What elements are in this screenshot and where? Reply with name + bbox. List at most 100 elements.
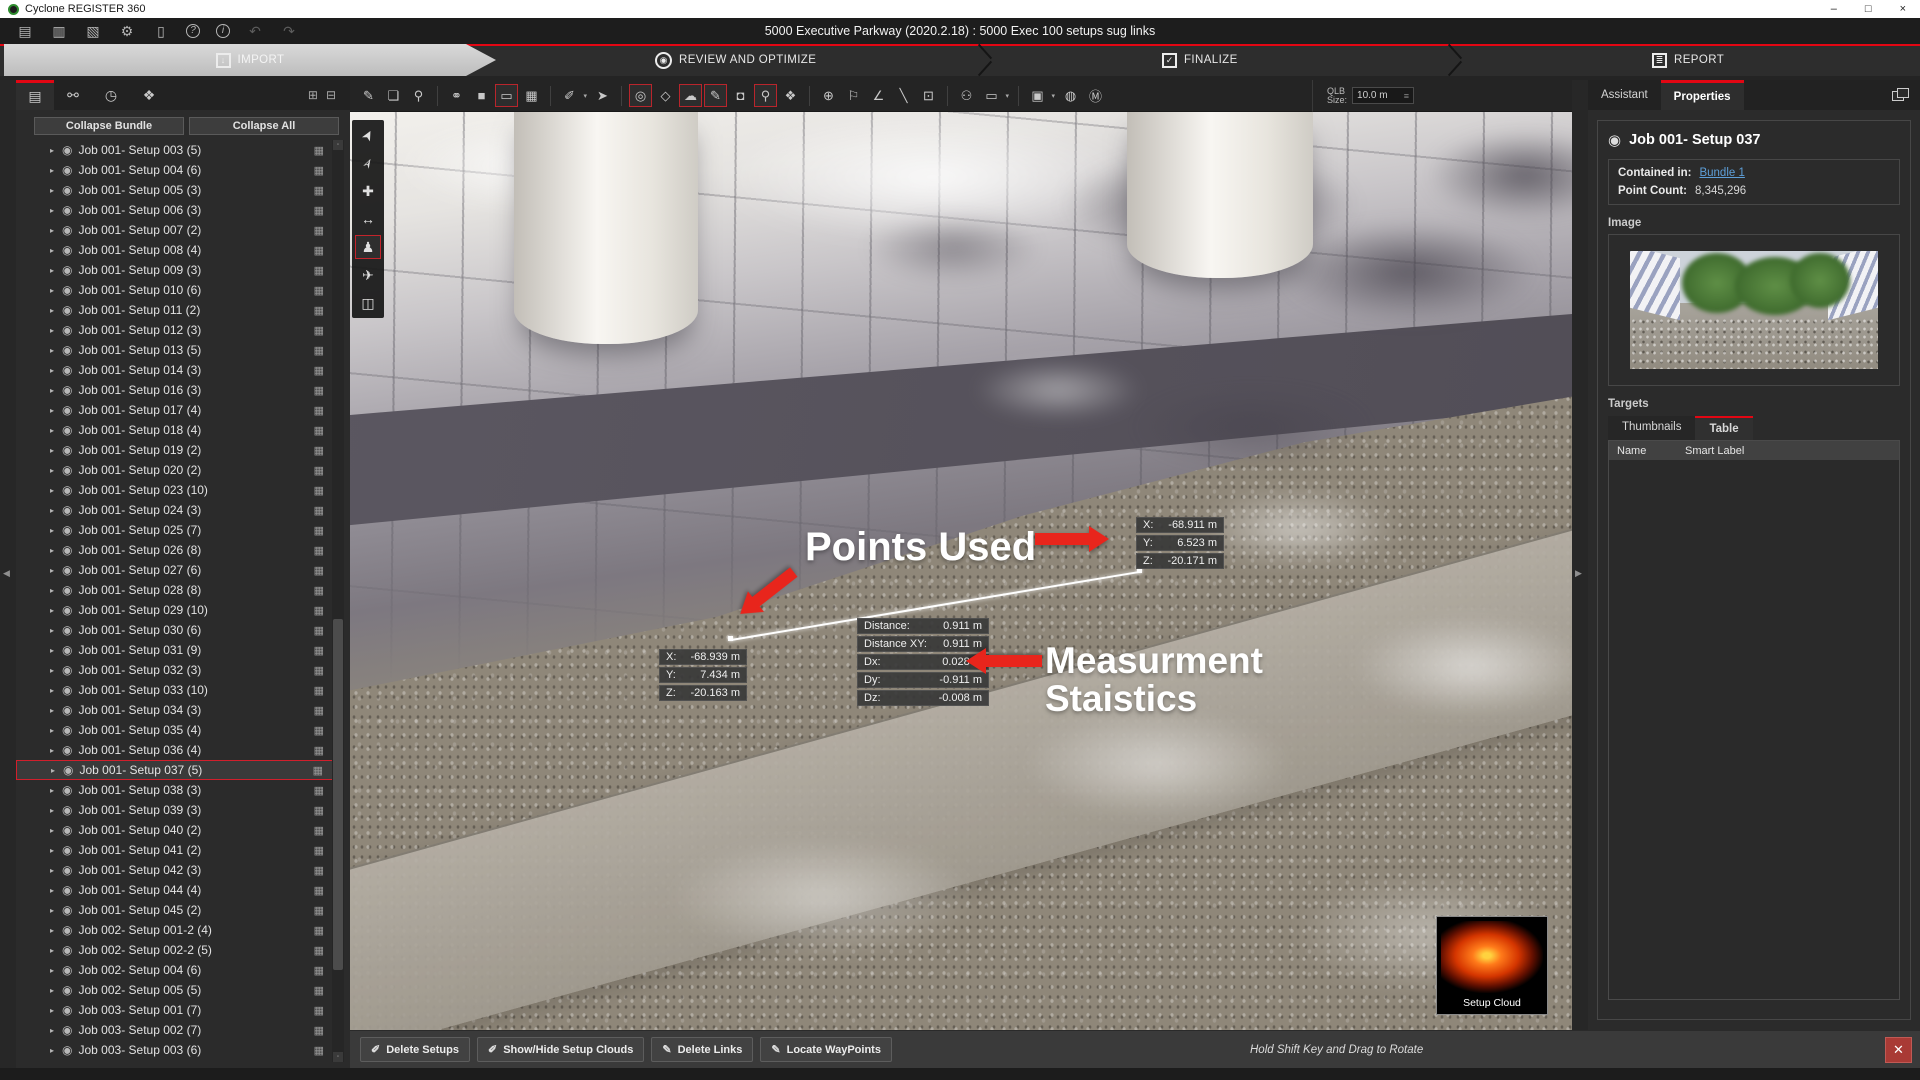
- scroll-down-button[interactable]: ▫: [333, 1052, 343, 1062]
- setup-tree-item[interactable]: ▸ ◉ Job 001- Setup 004 (6) ▦: [16, 160, 334, 180]
- expand-arrow-icon[interactable]: ▸: [50, 1046, 62, 1055]
- expand-arrow-icon[interactable]: ▸: [50, 786, 62, 795]
- setup-tree-item[interactable]: ▸ ◉ Job 003- Setup 003 (6) ▦: [16, 1040, 334, 1060]
- setup-tree-item[interactable]: ▸ ◉ Job 001- Setup 045 (2) ▦: [16, 900, 334, 920]
- sidebar-tab[interactable]: ⚯: [54, 80, 92, 110]
- setup-image-icon[interactable]: ▦: [314, 424, 324, 437]
- setup-image-icon[interactable]: ▦: [314, 1044, 324, 1057]
- setup-image-icon[interactable]: ▦: [314, 724, 324, 737]
- menu-icon[interactable]: ⚙: [118, 24, 136, 38]
- expand-arrow-icon[interactable]: ▸: [50, 226, 62, 235]
- view-tool-icon[interactable]: ➢: [355, 151, 381, 175]
- expand-arrow-icon[interactable]: ▸: [50, 546, 62, 555]
- setup-image-icon[interactable]: ▦: [314, 624, 324, 637]
- measurement-endpoint[interactable]: [728, 636, 733, 641]
- setup-image-icon[interactable]: ▦: [314, 644, 324, 657]
- tab-properties[interactable]: Properties: [1661, 80, 1744, 110]
- toolbar-icon[interactable]: ☁ ▾: [679, 84, 702, 107]
- toolbar-icon[interactable]: ✎ ▾: [704, 84, 727, 107]
- menu-icon[interactable]: ▧: [84, 24, 102, 38]
- setup-image-icon[interactable]: ▦: [314, 504, 324, 517]
- setup-image-icon[interactable]: ▦: [314, 384, 324, 397]
- expand-arrow-icon[interactable]: ▸: [50, 846, 62, 855]
- bundle-link[interactable]: Bundle 1: [1699, 167, 1744, 179]
- expand-arrow-icon[interactable]: ▸: [50, 686, 62, 695]
- column-smart-label[interactable]: Smart Label: [1681, 445, 1899, 457]
- setup-tree-item[interactable]: ▸ ◉ Job 001- Setup 033 (10) ▦: [16, 680, 334, 700]
- toolbar-icon[interactable]: ◘ ▾: [729, 84, 752, 107]
- setup-tree-item[interactable]: ▸ ◉ Job 001- Setup 032 (3) ▦: [16, 660, 334, 680]
- expand-arrow-icon[interactable]: ▸: [51, 766, 63, 775]
- expand-arrow-icon[interactable]: ▸: [50, 166, 62, 175]
- expand-arrow-icon[interactable]: ▸: [50, 866, 62, 875]
- setup-image-icon[interactable]: ▦: [314, 984, 324, 997]
- dropdown-caret-icon[interactable]: ▾: [1051, 92, 1055, 100]
- maximize-button[interactable]: □: [1865, 3, 1872, 15]
- setup-image-icon[interactable]: ▦: [314, 144, 324, 157]
- setup-image-icon[interactable]: ▦: [314, 884, 324, 897]
- setup-tree-item[interactable]: ▸ ◉ Job 001- Setup 018 (4) ▦: [16, 420, 334, 440]
- view-tool-icon[interactable]: ✚: [355, 179, 381, 203]
- scroll-up-button[interactable]: ▫: [333, 140, 343, 150]
- setup-image-icon[interactable]: ▦: [314, 244, 324, 257]
- setup-image-icon[interactable]: ▦: [314, 944, 324, 957]
- setup-image-icon[interactable]: ▦: [314, 404, 324, 417]
- setup-tree-item[interactable]: ▸ ◉ Job 003- Setup 002 (7) ▦: [16, 1020, 334, 1040]
- setup-image-icon[interactable]: ▦: [314, 904, 324, 917]
- setup-image-icon[interactable]: ▦: [314, 184, 324, 197]
- setup-tree-item[interactable]: ▸ ◉ Job 001- Setup 013 (5) ▦: [16, 340, 334, 360]
- setup-image-icon[interactable]: ▦: [314, 224, 324, 237]
- toolbar-icon[interactable]: ⚭ ▾: [445, 84, 468, 107]
- expand-arrow-icon[interactable]: ▸: [50, 826, 62, 835]
- expand-arrow-icon[interactable]: ▸: [50, 386, 62, 395]
- setup-image-icon[interactable]: ▦: [314, 164, 324, 177]
- setup-image-icon[interactable]: ▦: [314, 364, 324, 377]
- setup-tree-item[interactable]: ▸ ◉ Job 001- Setup 014 (3) ▦: [16, 360, 334, 380]
- expand-arrow-icon[interactable]: ▸: [50, 986, 62, 995]
- toolbar-icon[interactable]: ✎ ▾: [357, 84, 380, 107]
- stepper-icon[interactable]: ≡: [1404, 91, 1409, 101]
- setup-tree-item[interactable]: ▸ ◉ Job 003- Setup 001 (7) ▦: [16, 1000, 334, 1020]
- setup-image-icon[interactable]: ▦: [314, 464, 324, 477]
- setup-image-icon[interactable]: ▦: [314, 964, 324, 977]
- view-tool-icon[interactable]: ◫: [355, 291, 381, 315]
- setup-tree-item[interactable]: ▸ ◉ Job 001- Setup 042 (3) ▦: [16, 860, 334, 880]
- setup-image-icon[interactable]: ▦: [314, 784, 324, 797]
- toolbar-icon[interactable]: ▾: [947, 86, 948, 106]
- setup-tree-item[interactable]: ▸ ◉ Job 001- Setup 017 (4) ▦: [16, 400, 334, 420]
- setup-tree-item[interactable]: ▸ ◉ Job 001- Setup 003 (5) ▦: [16, 140, 334, 160]
- tab-assistant[interactable]: Assistant: [1588, 80, 1661, 110]
- toolbar-icon[interactable]: ▭ ▾: [980, 84, 1003, 107]
- setup-tree-item[interactable]: ▸ ◉ Job 001- Setup 044 (4) ▦: [16, 880, 334, 900]
- setup-image-icon[interactable]: ▦: [314, 684, 324, 697]
- setup-tree-item[interactable]: ▸ ◉ Job 001- Setup 006 (3) ▦: [16, 200, 334, 220]
- setup-tree-item[interactable]: ▸ ◉ Job 001- Setup 009 (3) ▦: [16, 260, 334, 280]
- expand-arrow-icon[interactable]: ▸: [50, 446, 62, 455]
- layout-panels-icon[interactable]: [1892, 88, 1910, 102]
- close-button[interactable]: ×: [1900, 3, 1906, 15]
- toolbar-icon[interactable]: ❏ ▾: [382, 84, 405, 107]
- expand-arrow-icon[interactable]: ▸: [50, 626, 62, 635]
- setup-image-icon[interactable]: ▦: [314, 564, 324, 577]
- setup-tree-item[interactable]: ▸ ◉ Job 002- Setup 001-2 (4) ▦: [16, 920, 334, 940]
- setup-tree-item[interactable]: ▸ ◉ Job 001- Setup 016 (3) ▦: [16, 380, 334, 400]
- setup-image-icon[interactable]: ▦: [314, 204, 324, 217]
- expand-arrow-icon[interactable]: ▸: [50, 906, 62, 915]
- setup-tree-item[interactable]: ▸ ◉ Job 001- Setup 026 (8) ▦: [16, 540, 334, 560]
- setup-tree-item[interactable]: ▸ ◉ Job 001- Setup 038 (3) ▦: [16, 780, 334, 800]
- toolbar-icon[interactable]: ▾: [437, 86, 438, 106]
- expand-arrow-icon[interactable]: ▸: [50, 186, 62, 195]
- setup-tree-item[interactable]: ▸ ◉ Job 001- Setup 041 (2) ▦: [16, 840, 334, 860]
- setup-image-icon[interactable]: ▦: [314, 604, 324, 617]
- toolbar-icon[interactable]: ■ ▾: [470, 84, 493, 107]
- setup-image-icon[interactable]: ▦: [314, 524, 324, 537]
- setup-image-icon[interactable]: ▦: [314, 344, 324, 357]
- menu-icon[interactable]: ▤: [16, 24, 34, 38]
- workflow-step-finalize[interactable]: ✓ FINALIZE: [1162, 44, 1238, 76]
- setup-image-icon[interactable]: ▦: [314, 304, 324, 317]
- setup-image-icon[interactable]: ▦: [314, 444, 324, 457]
- bottom-bar-button[interactable]: ✎ Delete Links: [651, 1037, 753, 1062]
- toolbar-icon[interactable]: ⚲ ▾: [407, 84, 430, 107]
- point-cloud-canvas[interactable]: ➤ ➢ ✚ ↔ ♟: [350, 112, 1572, 1030]
- sidebar-tab[interactable]: ❖: [130, 80, 168, 110]
